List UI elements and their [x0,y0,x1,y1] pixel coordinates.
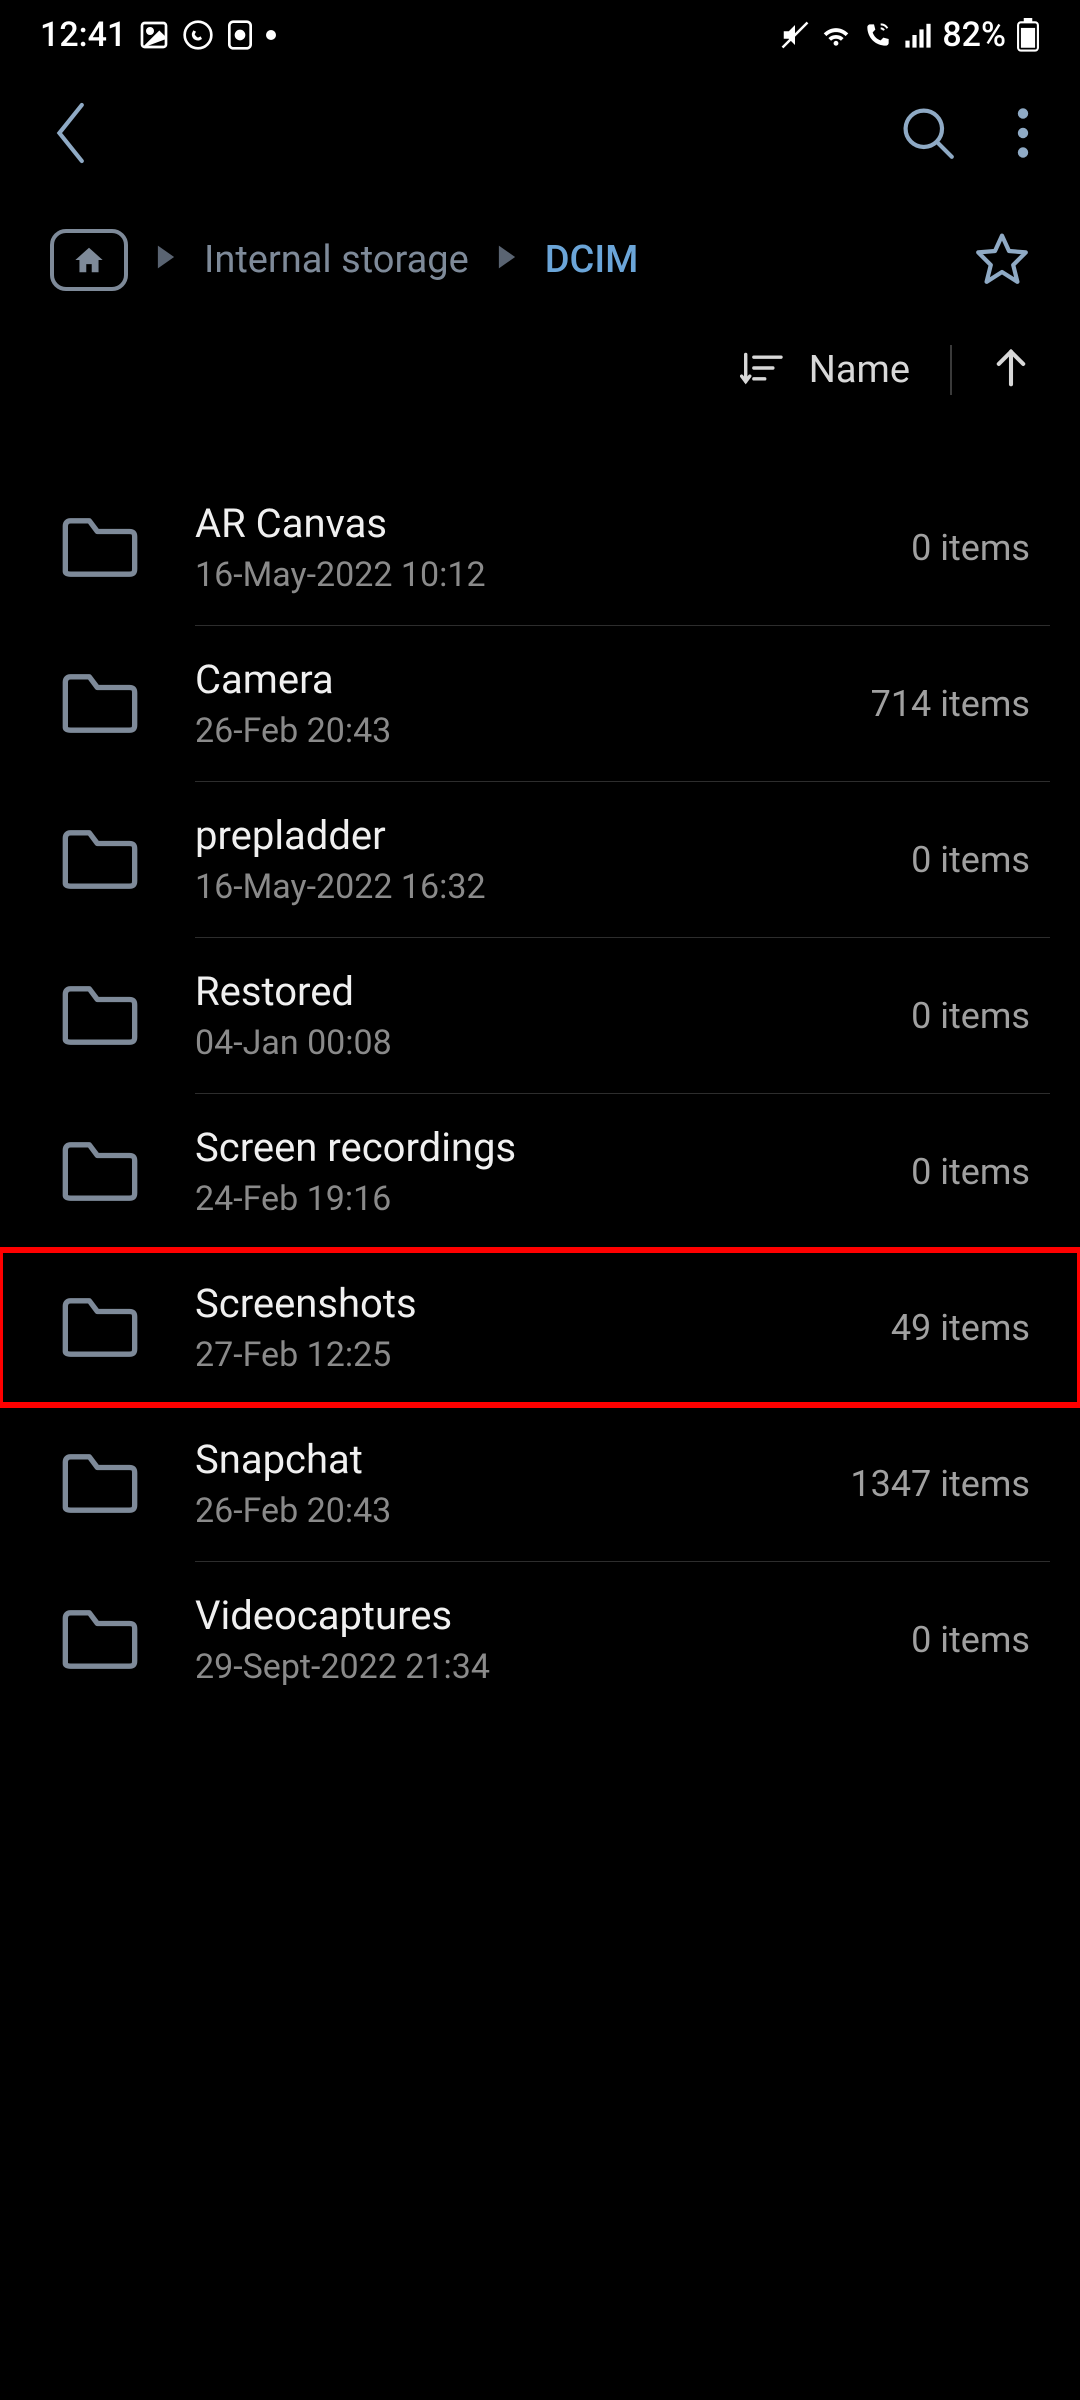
folder-info: Camera 26-Feb 20:43 [195,656,816,751]
folder-item[interactable]: Screen recordings 24-Feb 19:16 0 items [0,1094,1080,1249]
sort-bar: Name [0,320,1080,420]
folder-icon [60,983,140,1048]
folder-icon [60,1607,140,1672]
folder-icon [60,1295,140,1360]
folder-name: prepladder [195,812,856,859]
folder-date: 29-Sept-2022 21:34 [195,1647,856,1687]
mute-icon [780,20,810,50]
chevron-right-icon [156,244,176,277]
folder-date: 27-Feb 12:25 [195,1335,836,1375]
folder-count: 0 items [911,1619,1030,1661]
sort-direction-button[interactable] [992,346,1030,394]
notification-dot-icon [266,30,276,40]
folder-item[interactable]: Snapchat 26-Feb 20:43 1347 items [0,1406,1080,1561]
breadcrumb-home-button[interactable] [50,229,128,291]
folder-count: 0 items [911,995,1030,1037]
wifi-icon [820,21,852,49]
folder-info: Videocaptures 29-Sept-2022 21:34 [195,1592,856,1687]
folder-info: AR Canvas 16-May-2022 10:12 [195,500,856,595]
folder-name: Snapchat [195,1436,795,1483]
folder-info: Restored 04-Jan 00:08 [195,968,856,1063]
status-right: 82% [780,15,1040,55]
folder-count: 0 items [911,839,1030,881]
status-bar: 12:41 82% [0,0,1080,70]
back-button[interactable] [50,98,94,172]
folder-icon [60,1451,140,1516]
folder-icon [60,671,140,736]
search-button[interactable] [900,105,956,165]
signal-icon [904,21,932,49]
folder-item[interactable]: Videocaptures 29-Sept-2022 21:34 0 items [0,1562,1080,1717]
folder-icon [60,1139,140,1204]
folder-count: 0 items [911,527,1030,569]
folder-item[interactable]: Restored 04-Jan 00:08 0 items [0,938,1080,1093]
app-bar [0,70,1080,200]
wifi-call-icon [862,21,894,49]
folder-item[interactable]: Camera 26-Feb 20:43 714 items [0,626,1080,781]
breadcrumb: Internal storage DCIM [0,200,1080,320]
folder-name: Screenshots [195,1280,836,1327]
folder-item[interactable]: AR Canvas 16-May-2022 10:12 0 items [0,470,1080,625]
chevron-right-icon [497,244,517,277]
whatsapp-icon [182,19,214,51]
sort-icon[interactable] [740,349,784,391]
folder-name: Camera [195,656,816,703]
folder-name: Videocaptures [195,1592,856,1639]
folder-icon [60,827,140,892]
status-left: 12:41 [40,15,276,55]
divider [950,345,952,395]
breadcrumb-current: DCIM [545,238,639,282]
folder-count: 49 items [891,1307,1030,1349]
folder-name: Restored [195,968,856,1015]
folder-item[interactable]: Screenshots 27-Feb 12:25 49 items [0,1250,1080,1405]
folder-date: 16-May-2022 10:12 [195,555,856,595]
status-time: 12:41 [40,15,126,55]
battery-percent: 82% [942,15,1006,55]
battery-icon [1016,18,1040,52]
folder-list: AR Canvas 16-May-2022 10:12 0 items Camera 2… [0,420,1080,1717]
sort-label[interactable]: Name [809,348,910,392]
folder-count: 1347 items [850,1463,1030,1505]
folder-date: 26-Feb 20:43 [195,711,816,751]
folder-count: 714 items [871,683,1030,725]
folder-icon [60,515,140,580]
folder-date: 26-Feb 20:43 [195,1491,795,1531]
folder-count: 0 items [911,1151,1030,1193]
picture-icon [138,19,170,51]
folder-info: Snapchat 26-Feb 20:43 [195,1436,795,1531]
folder-date: 04-Jan 00:08 [195,1023,856,1063]
more-button[interactable] [1016,107,1030,163]
folder-name: AR Canvas [195,500,856,547]
folder-date: 16-May-2022 16:32 [195,867,856,907]
breadcrumb-parent[interactable]: Internal storage [204,238,469,282]
folder-info: Screenshots 27-Feb 12:25 [195,1280,836,1375]
folder-info: Screen recordings 24-Feb 19:16 [195,1124,856,1219]
favorite-button[interactable] [974,230,1030,290]
folder-item[interactable]: prepladder 16-May-2022 16:32 0 items [0,782,1080,937]
folder-date: 24-Feb 19:16 [195,1179,856,1219]
folder-name: Screen recordings [195,1124,856,1171]
app-icon [226,19,254,51]
folder-info: prepladder 16-May-2022 16:32 [195,812,856,907]
